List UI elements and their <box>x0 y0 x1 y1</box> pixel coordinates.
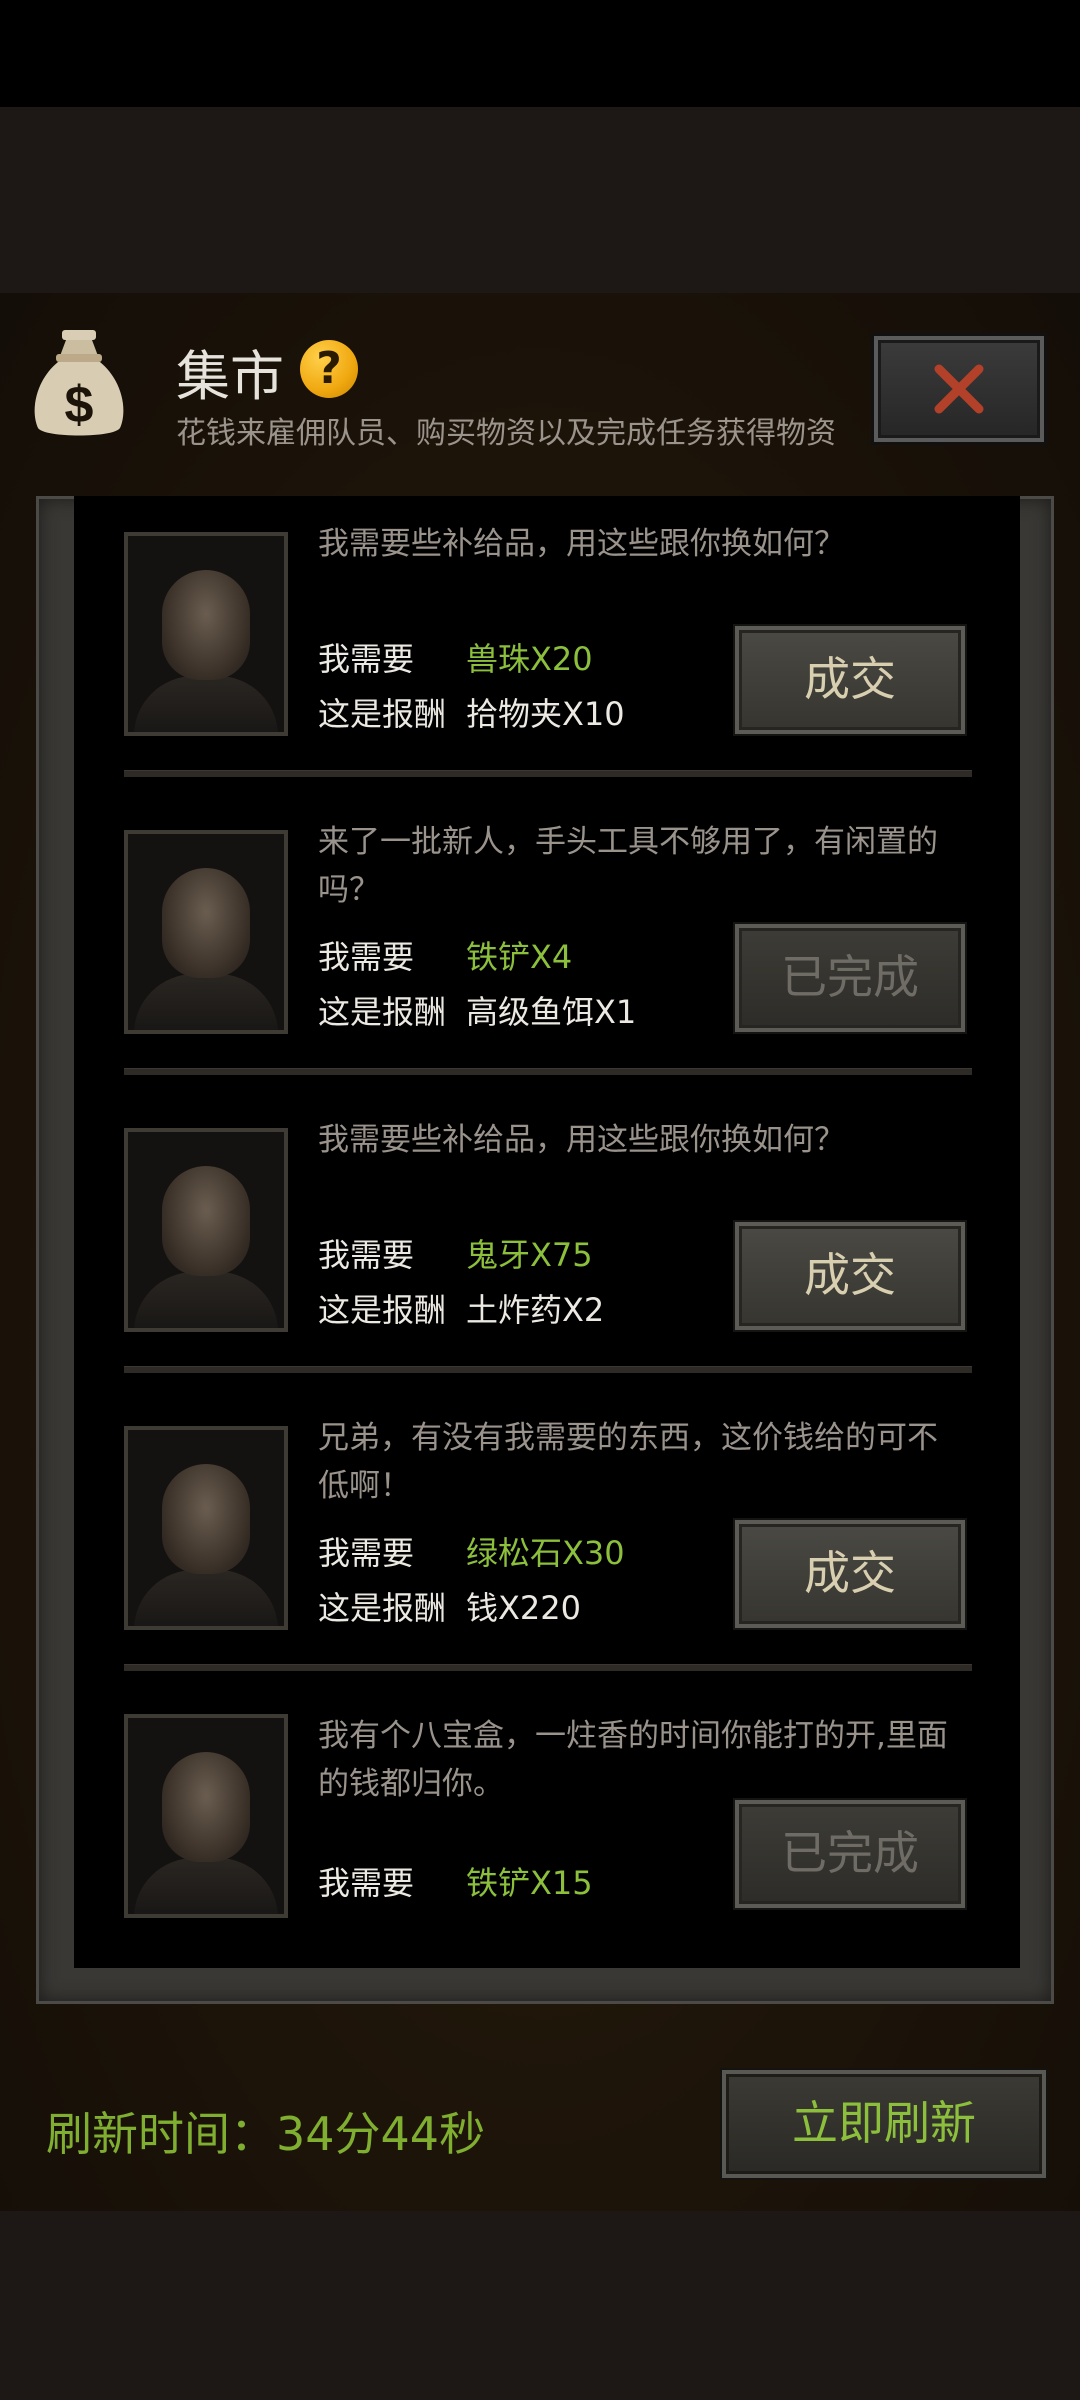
reward-value: 土炸药X2 <box>466 1291 605 1329</box>
quest-message: 我需要些补给品，用这些跟你换如何？ <box>318 526 845 562</box>
quest-message: 来了一批新人，手头工具不够用了，有闲置的吗？ <box>318 824 938 908</box>
need-label: 我需要 <box>318 1236 415 1274</box>
need-label: 我需要 <box>318 640 415 678</box>
quest-card: 来了一批新人，手头工具不够用了，有闲置的吗？ 我需要 铁铲X4 这是报酬 高级鱼… <box>74 794 1020 1092</box>
refresh-now-button[interactable]: 立即刷新 <box>722 2070 1046 2178</box>
npc-portrait <box>124 830 288 1034</box>
help-icon[interactable]: ? <box>300 340 358 398</box>
need-label: 我需要 <box>318 1534 415 1572</box>
need-value: 铁铲X4 <box>466 938 573 976</box>
npc-portrait <box>124 1714 288 1918</box>
quest-card: 我需要些补给品，用这些跟你换如何？ 我需要 鬼牙X75 这是报酬 土炸药X2 成… <box>74 1092 1020 1390</box>
divider <box>124 1366 972 1373</box>
svg-text:$: $ <box>65 376 94 434</box>
top-backdrop <box>0 107 1080 293</box>
npc-portrait <box>124 1426 288 1630</box>
page-title: 集市 <box>176 345 284 408</box>
npc-portrait <box>124 1128 288 1332</box>
need-label: 我需要 <box>318 938 415 976</box>
reward-label: 这是报酬 <box>318 1291 447 1329</box>
need-value: 鬼牙X75 <box>466 1236 593 1274</box>
reward-label: 这是报酬 <box>318 993 447 1031</box>
reward-label: 这是报酬 <box>318 1589 447 1627</box>
reward-label: 这是报酬 <box>318 695 447 733</box>
divider <box>124 770 972 777</box>
bottom-backdrop <box>0 2211 1080 2400</box>
deal-button[interactable]: 成交 <box>735 626 965 734</box>
quest-message: 我有个八宝盒，一炷香的时间你能打的开,里面的钱都归你。 <box>318 1718 948 1802</box>
money-bag-icon: $ <box>30 330 128 442</box>
reward-value: 拾物夹X10 <box>466 695 625 733</box>
close-button[interactable] <box>874 336 1044 442</box>
deal-button[interactable]: 成交 <box>735 1520 965 1628</box>
need-value: 绿松石X30 <box>466 1534 625 1572</box>
deal-button[interactable]: 成交 <box>735 1222 965 1330</box>
quest-message: 我需要些补给品，用这些跟你换如何？ <box>318 1122 845 1158</box>
completed-button: 已完成 <box>735 924 965 1032</box>
completed-button: 已完成 <box>735 1800 965 1908</box>
npc-portrait <box>124 532 288 736</box>
divider <box>124 1664 972 1671</box>
need-value: 兽珠X20 <box>466 640 593 678</box>
divider <box>124 1068 972 1075</box>
quest-list[interactable]: 我需要些补给品，用这些跟你换如何？ 我需要 兽珠X20 这是报酬 拾物夹X10 … <box>74 496 1020 1968</box>
quest-message: 兄弟，有没有我需要的东西，这价钱给的可不低啊！ <box>318 1420 938 1504</box>
close-icon <box>934 364 984 414</box>
reward-value: 高级鱼饵X1 <box>466 993 637 1031</box>
quest-card: 我需要些补给品，用这些跟你换如何？ 我需要 兽珠X20 这是报酬 拾物夹X10 … <box>74 496 1020 794</box>
page-subtitle: 花钱来雇佣队员、购买物资以及完成任务获得物资 <box>176 416 836 451</box>
need-label: 我需要 <box>318 1864 415 1902</box>
status-bar <box>0 0 1080 107</box>
need-value: 铁铲X15 <box>466 1864 593 1902</box>
quest-card: 我有个八宝盒，一炷香的时间你能打的开,里面的钱都归你。 我需要 铁铲X15 已完… <box>74 1688 1020 1968</box>
quest-card: 兄弟，有没有我需要的东西，这价钱给的可不低啊！ 我需要 绿松石X30 这是报酬 … <box>74 1390 1020 1688</box>
refresh-timer: 刷新时间：34分44秒 <box>46 2107 486 2161</box>
reward-value: 钱X220 <box>466 1589 582 1627</box>
